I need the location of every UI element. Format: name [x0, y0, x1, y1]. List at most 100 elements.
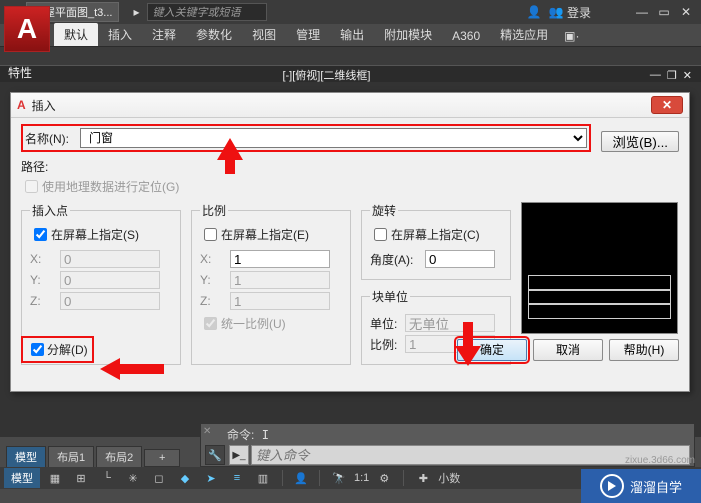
tab-overflow-icon[interactable]: ▣·	[558, 26, 585, 46]
scale-z-field	[230, 292, 330, 310]
annotation-arrow-ok	[453, 322, 483, 366]
annoscale-units[interactable]: 小数	[438, 470, 460, 486]
cmd-echo-label: 命令:	[227, 428, 254, 442]
insert-x-label: X:	[30, 252, 60, 266]
tab-annotate[interactable]: 注释	[142, 23, 186, 46]
properties-panel-title: 特性	[8, 64, 32, 81]
resize-grip-icon[interactable]: ✕	[203, 426, 211, 437]
search-placeholder: 键入关键字或短语	[152, 4, 240, 20]
insert-onscreen-checkbox[interactable]	[34, 228, 47, 241]
gear-icon[interactable]: ⚙	[373, 468, 395, 488]
tab-view[interactable]: 视图	[242, 23, 286, 46]
drawing-close-icon[interactable]: ✕	[683, 69, 692, 82]
grid-icon[interactable]: ▦	[44, 468, 66, 488]
layout-tabs: 模型 布局1 布局2 +	[6, 446, 182, 467]
insert-x-field	[60, 250, 160, 268]
unit-label: 单位:	[370, 315, 405, 332]
app-titlebar: A 房屋平面图_t3... ▸ 键入关键字或短语 👤 👥 登录 — ▭ ✕	[0, 0, 701, 24]
group-rotate-legend: 旋转	[370, 202, 398, 219]
signin-icon[interactable]: 👥	[548, 4, 564, 20]
infocenter-icon[interactable]: 👤	[526, 4, 542, 20]
dialog-close-button[interactable]: ✕	[651, 96, 683, 114]
dialog-title: 插入	[32, 97, 651, 114]
uniform-scale-label: 统一比例(U)	[221, 315, 286, 332]
tab-manage[interactable]: 管理	[286, 23, 330, 46]
tab-add-layout[interactable]: +	[144, 449, 180, 467]
command-panel[interactable]: ✕ 命令: I 🔧 ▶_	[200, 423, 695, 467]
dynamic-input-icon[interactable]: ➤	[200, 468, 222, 488]
scale-onscreen-checkbox[interactable]	[204, 228, 217, 241]
group-rotate: 旋转 在屏幕上指定(C) 角度(A):	[361, 202, 511, 280]
ortho-icon[interactable]: └	[96, 468, 118, 488]
scale-y-label: Y:	[200, 273, 230, 287]
annoscale-icon[interactable]: 🔭	[328, 468, 350, 488]
scale-x-field[interactable]	[230, 250, 330, 268]
dropdown-icon[interactable]: ▸	[128, 4, 144, 20]
insert-y-field	[60, 271, 160, 289]
watermark-url: zixue.3d66.com	[625, 455, 695, 466]
tab-output[interactable]: 输出	[330, 23, 374, 46]
customize-icon[interactable]: 🔧	[205, 445, 225, 465]
tab-layout2[interactable]: 布局2	[96, 446, 142, 467]
model-space-switch[interactable]: 模型	[4, 468, 40, 488]
group-units-legend: 块单位	[370, 288, 410, 305]
tab-default[interactable]: 默认	[54, 23, 98, 46]
tab-insert[interactable]: 插入	[98, 23, 142, 46]
ribbon-body	[0, 47, 701, 65]
dialog-titlebar[interactable]: A 插入 ✕	[11, 93, 689, 118]
insert-onscreen-label: 在屏幕上指定(S)	[51, 226, 139, 243]
tab-layout1[interactable]: 布局1	[48, 446, 94, 467]
geo-checkbox	[25, 180, 38, 193]
tab-model[interactable]: 模型	[6, 446, 46, 467]
rotate-onscreen-checkbox[interactable]	[374, 228, 387, 241]
lineweight-icon[interactable]: ≡	[226, 468, 248, 488]
tab-addins[interactable]: 附加模块	[374, 23, 442, 46]
watermark: zixue.3d66.com 溜溜自学	[581, 469, 701, 503]
cmd-echo-value: I	[262, 428, 269, 442]
name-label: 名称(N):	[25, 130, 80, 147]
tab-a360[interactable]: A360	[442, 26, 490, 46]
viewport-caption: [-][俯视][二维线框]	[6, 67, 647, 83]
explode-label: 分解(D)	[47, 341, 88, 358]
insert-z-field	[60, 292, 160, 310]
annotation-arrow-explode	[100, 356, 164, 382]
angle-field[interactable]	[425, 250, 495, 268]
rotate-onscreen-label: 在屏幕上指定(C)	[391, 226, 480, 243]
scale-readout[interactable]: 1:1	[354, 472, 369, 484]
osnap-icon[interactable]: ◻	[148, 468, 170, 488]
osnap3d-icon[interactable]: ◆	[174, 468, 196, 488]
uniform-scale-checkbox	[204, 317, 217, 330]
transparency-icon[interactable]: ▥	[252, 468, 274, 488]
annotation-icon[interactable]: ✚	[412, 468, 434, 488]
tab-featured[interactable]: 精选应用	[490, 23, 558, 46]
browse-button[interactable]: 浏览(B)...	[601, 131, 679, 152]
scale-y-field	[230, 271, 330, 289]
help-button[interactable]: 帮助(H)	[609, 339, 679, 361]
minimize-button[interactable]: —	[631, 4, 653, 20]
explode-checkbox[interactable]	[31, 343, 44, 356]
workspace-icon[interactable]: 👤	[291, 468, 311, 488]
cmd-prompt-icon[interactable]: ▶_	[229, 445, 249, 465]
block-preview	[521, 202, 678, 334]
drawing-restore-icon[interactable]: ❐	[667, 69, 677, 82]
insert-dialog: A 插入 ✕ 名称(N): 门窗 浏览(B)... 路径: 使用地理数据进行定位…	[10, 92, 690, 392]
close-button[interactable]: ✕	[675, 4, 697, 20]
maximize-button[interactable]: ▭	[653, 4, 675, 20]
snap-icon[interactable]: ⊞	[70, 468, 92, 488]
path-label: 路径:	[21, 158, 679, 175]
cancel-button[interactable]: 取消	[533, 339, 603, 361]
insert-y-label: Y:	[30, 273, 60, 287]
polar-icon[interactable]: ✳	[122, 468, 144, 488]
drawing-minimize-icon[interactable]: —	[650, 69, 661, 81]
ribbon-tabs: 默认 插入 注释 参数化 视图 管理 输出 附加模块 A360 精选应用 ▣·	[0, 24, 701, 47]
watermark-text: 溜溜自学	[630, 477, 682, 496]
annotation-arrow-name	[215, 138, 245, 174]
scale-onscreen-label: 在屏幕上指定(E)	[221, 226, 309, 243]
login-link[interactable]: 登录	[567, 4, 591, 21]
app-menu-button[interactable]: A	[4, 6, 50, 52]
name-dropdown[interactable]: 门窗	[80, 128, 587, 148]
tab-parametric[interactable]: 参数化	[186, 23, 242, 46]
scale-z-label: Z:	[200, 294, 230, 308]
dialog-app-icon: A	[17, 98, 26, 112]
search-box[interactable]: 键入关键字或短语	[147, 3, 267, 21]
